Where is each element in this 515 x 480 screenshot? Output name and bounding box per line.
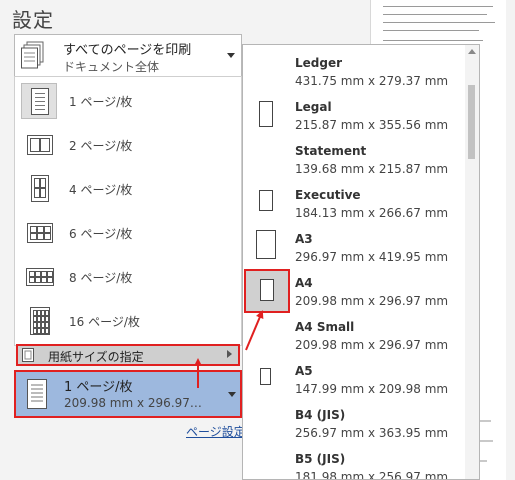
chevron-right-icon <box>227 350 232 358</box>
pages-per-sheet-option-16[interactable]: 16 ページ/枚 <box>15 299 241 343</box>
paper-size-option-b5-jis[interactable]: B5 (JIS) 181.98 mm x 256.97 mm <box>243 445 465 480</box>
paper-size-option-a4-small[interactable]: A4 Small 209.98 mm x 296.97 mm <box>243 313 465 357</box>
pages-per-sheet-label: 1 ページ/枚 <box>69 95 133 109</box>
paper-shape-icon <box>243 93 289 137</box>
sixteen-page-layout-icon <box>21 303 57 339</box>
pages-per-sheet-option-8[interactable]: 8 ページ/枚 <box>15 255 241 299</box>
chevron-down-icon <box>228 392 236 397</box>
eight-page-layout-icon <box>21 259 57 295</box>
one-page-layout-icon <box>27 379 47 409</box>
pages-per-sheet-label: 16 ページ/枚 <box>69 315 140 329</box>
paper-size-name: Statement <box>295 144 367 158</box>
paper-size-dimensions: 209.98 mm x 296.97 mm <box>295 338 449 352</box>
paper-size-name: A3 <box>295 232 313 246</box>
paper-size-option-statement[interactable]: Statement 139.68 mm x 215.87 mm <box>243 137 465 181</box>
pages-per-sheet-label: 4 ページ/枚 <box>69 183 133 197</box>
scroll-up-arrow-icon[interactable] <box>468 49 476 54</box>
four-page-layout-icon <box>21 171 57 207</box>
scrollbar-thumb[interactable] <box>468 85 475 159</box>
paper-size-option-ledger[interactable]: Ledger 431.75 mm x 279.37 mm <box>243 49 465 93</box>
pages-per-sheet-label: 6 ページ/枚 <box>69 227 133 241</box>
print-scope-dropdown[interactable]: すべてのページを印刷 ドキュメント全体 <box>14 34 242 78</box>
two-page-layout-icon <box>21 127 57 163</box>
chevron-down-icon <box>227 53 235 58</box>
page-setup-link[interactable]: ページ設定 <box>186 423 246 440</box>
pages-per-sheet-option-1[interactable]: 1 ページ/枚 <box>15 79 241 123</box>
pages-per-sheet-dropdown-subtitle: 209.98 mm x 296.97… <box>64 396 202 410</box>
paper-shape-icon <box>243 225 289 269</box>
paper-size-name: A4 <box>295 276 313 290</box>
paper-size-dimensions: 184.13 mm x 266.67 mm <box>295 206 449 220</box>
paper-size-option-a5[interactable]: A5 147.99 mm x 209.98 mm <box>243 357 465 401</box>
pages-per-sheet-option-2[interactable]: 2 ページ/枚 <box>15 123 241 167</box>
paper-size-submenu-item[interactable]: 用紙サイズの指定 <box>16 344 240 366</box>
paper-size-name: Executive <box>295 188 361 202</box>
paper-size-option-legal[interactable]: Legal 215.87 mm x 355.56 mm <box>243 93 465 137</box>
paper-size-submenu-label: 用紙サイズの指定 <box>48 350 144 364</box>
vertical-scrollbar[interactable] <box>465 45 479 479</box>
paper-size-dimensions: 209.98 mm x 296.97 mm <box>295 294 449 308</box>
paper-size-name: Legal <box>295 100 332 114</box>
one-page-layout-icon <box>21 83 57 119</box>
paper-shape-icon <box>243 137 289 181</box>
paper-size-name: B4 (JIS) <box>295 408 346 422</box>
pages-per-sheet-label: 8 ページ/枚 <box>69 271 133 285</box>
settings-heading: 設定 <box>12 8 54 32</box>
paper-shape-icon <box>243 181 289 225</box>
paper-size-dimensions: 147.99 mm x 209.98 mm <box>295 382 449 396</box>
paper-shape-icon <box>243 49 289 93</box>
paper-shape-icon <box>243 313 289 357</box>
paper-size-dimensions: 431.75 mm x 279.37 mm <box>295 74 449 88</box>
paper-size-option-b4-jis[interactable]: B4 (JIS) 256.97 mm x 363.95 mm <box>243 401 465 445</box>
pages-per-sheet-dropdown-title: 1 ページ/枚 <box>64 380 133 395</box>
document-pages-icon <box>21 41 44 69</box>
paper-size-dimensions: 215.87 mm x 355.56 mm <box>295 118 449 132</box>
paper-size-option-executive[interactable]: Executive 184.13 mm x 266.67 mm <box>243 181 465 225</box>
pages-per-sheet-label: 2 ページ/枚 <box>69 139 133 153</box>
six-page-layout-icon <box>21 215 57 251</box>
paper-size-name: Ledger <box>295 56 343 70</box>
paper-shape-icon <box>243 357 289 401</box>
paper-size-name: A5 <box>295 364 313 378</box>
paper-size-dimensions: 181.98 mm x 256.97 mm <box>295 470 449 480</box>
pages-per-sheet-dropdown[interactable]: 1 ページ/枚 209.98 mm x 296.97… <box>14 370 242 418</box>
paper-shape-icon <box>243 445 289 479</box>
paper-size-icon <box>22 348 34 362</box>
pages-per-sheet-list: 1 ページ/枚 2 ページ/枚 4 ページ/枚 6 ページ/枚 8 ページ/枚 … <box>14 76 242 346</box>
print-scope-subtitle: ドキュメント全体 <box>63 60 160 74</box>
paper-size-option-a4[interactable]: A4 209.98 mm x 296.97 mm <box>243 269 465 313</box>
pages-per-sheet-option-4[interactable]: 4 ページ/枚 <box>15 167 241 211</box>
paper-size-name: B5 (JIS) <box>295 452 346 466</box>
print-scope-title: すべてのページを印刷 <box>63 43 192 58</box>
paper-size-name: A4 Small <box>295 320 355 334</box>
paper-size-dimensions: 256.97 mm x 363.95 mm <box>295 426 449 440</box>
paper-shape-icon <box>244 269 290 313</box>
paper-size-menu: Ledger 431.75 mm x 279.37 mm Legal 215.8… <box>242 44 480 480</box>
pages-per-sheet-option-6[interactable]: 6 ページ/枚 <box>15 211 241 255</box>
paper-size-dimensions: 139.68 mm x 215.87 mm <box>295 162 449 176</box>
paper-shape-icon <box>243 401 289 445</box>
paper-size-dimensions: 296.97 mm x 419.95 mm <box>295 250 449 264</box>
paper-size-option-a3[interactable]: A3 296.97 mm x 419.95 mm <box>243 225 465 269</box>
